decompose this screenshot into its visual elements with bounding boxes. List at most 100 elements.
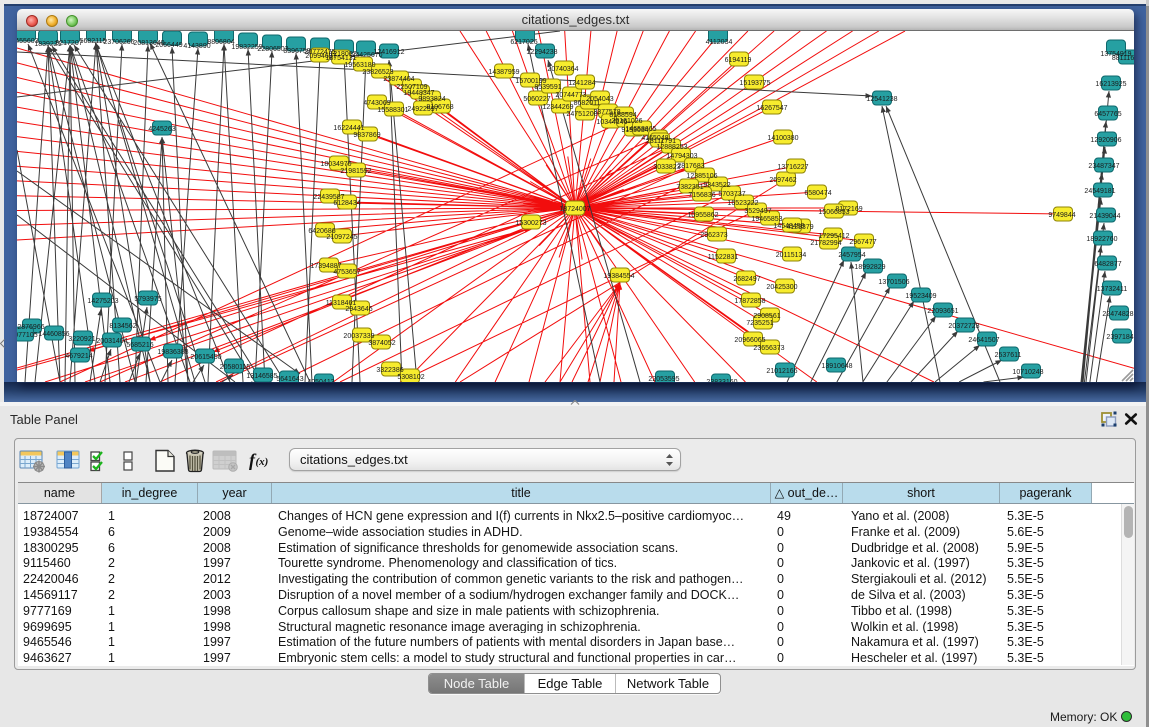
svg-text:14548459: 14548459 [773, 223, 804, 230]
svg-text:12541238: 12541238 [866, 96, 897, 103]
svg-text:24549181: 24549181 [1084, 188, 1115, 195]
svg-text:20740364: 20740364 [547, 66, 578, 73]
svg-text:8539591: 8539591 [534, 84, 561, 91]
svg-text:9749844: 9749844 [1048, 212, 1075, 219]
svg-text:23706266: 23706266 [103, 39, 134, 46]
svg-text:12888253: 12888253 [656, 144, 687, 151]
svg-text:2066449: 2066449 [155, 42, 182, 49]
svg-text:14100380: 14100380 [767, 135, 798, 142]
svg-text:24922597: 24922597 [407, 106, 438, 113]
svg-text:20615450: 20615450 [190, 354, 221, 361]
svg-text:17295412: 17295412 [818, 233, 849, 240]
svg-text:3033823: 3033823 [653, 164, 680, 171]
svg-text:6482877: 6482877 [1094, 261, 1121, 268]
svg-text:23826523: 23826523 [362, 69, 393, 76]
svg-text:19563180: 19563180 [344, 62, 375, 69]
svg-text:3220921: 3220921 [68, 336, 95, 343]
svg-text:13716227: 13716227 [777, 164, 808, 171]
svg-text:20966065: 20966065 [734, 337, 765, 344]
svg-text:22053595: 22053595 [648, 376, 679, 382]
svg-text:5060227: 5060227 [523, 96, 550, 103]
svg-text:2682497: 2682497 [733, 276, 760, 283]
svg-text:6217026: 6217026 [510, 39, 537, 46]
svg-text:23833160: 23833160 [706, 379, 737, 382]
svg-text:20425300: 20425300 [766, 284, 797, 291]
svg-text:15588301: 15588301 [377, 107, 408, 114]
svg-text:15066853: 15066853 [818, 209, 849, 216]
svg-text:(x): (x) [256, 456, 269, 468]
svg-text:20031404: 20031404 [96, 338, 127, 345]
svg-text:20744773: 20744773 [555, 92, 586, 99]
svg-text:12920906: 12920906 [1090, 137, 1121, 144]
svg-text:13754919: 13754919 [1100, 51, 1131, 58]
svg-text:21439044: 21439044 [1089, 213, 1120, 220]
svg-text:5703737: 5703737 [718, 191, 745, 198]
svg-text:10955862: 10955862 [687, 212, 718, 219]
svg-text:14387959: 14387959 [488, 69, 519, 76]
svg-text:14460856: 14460856 [38, 331, 69, 338]
svg-text:2817683: 2817683 [677, 163, 704, 170]
svg-text:22093651: 22093651 [927, 308, 958, 315]
svg-text:20580115: 20580115 [220, 364, 251, 371]
svg-text:23656373: 23656373 [753, 345, 784, 352]
svg-text:6457765: 6457765 [1094, 111, 1121, 118]
svg-text:21097245: 21097245 [326, 234, 357, 241]
svg-text:23487347: 23487347 [1088, 163, 1119, 170]
svg-text:13910648: 13910648 [821, 363, 852, 370]
svg-text:5685216: 5685216 [126, 342, 153, 349]
svg-text:18754131: 18754131 [325, 55, 356, 62]
svg-text:17872858: 17872858 [734, 298, 765, 305]
svg-text:16523222: 16523222 [727, 200, 758, 207]
svg-text:14794303: 14794303 [666, 153, 697, 160]
svg-text:4679214: 4679214 [65, 353, 92, 360]
svg-text:11522831: 11522831 [708, 254, 739, 261]
svg-text:15193775: 15193775 [739, 80, 770, 87]
svg-text:21012166: 21012166 [766, 368, 797, 375]
svg-text:2967477: 2967477 [849, 239, 876, 246]
svg-text:19523409: 19523409 [905, 293, 936, 300]
svg-text:23874404: 23874404 [383, 76, 414, 83]
svg-text:14275203: 14275203 [87, 298, 118, 305]
svg-text:7156836: 7156836 [688, 192, 715, 199]
svg-text:7382351: 7382351 [676, 184, 703, 191]
svg-text:3529497: 3529497 [744, 208, 771, 215]
svg-text:22474828: 22474828 [1102, 311, 1133, 318]
svg-text:20115134: 20115134 [776, 252, 807, 259]
svg-text:4112034: 4112034 [706, 39, 733, 46]
svg-text:12416912: 12416912 [373, 49, 404, 56]
svg-text:3874052: 3874052 [368, 340, 395, 347]
svg-text:2876966: 2876966 [17, 324, 44, 331]
svg-text:13732411: 13732411 [1097, 286, 1128, 293]
svg-text:13701506: 13701506 [878, 279, 909, 286]
svg-text:20037339: 20037339 [343, 333, 374, 340]
svg-text:24641507: 24641507 [968, 337, 999, 344]
svg-text:12344269: 12344269 [542, 104, 573, 111]
svg-text:1241284: 1241284 [568, 80, 595, 87]
svg-text:19384554: 19384554 [603, 273, 634, 280]
svg-text:2457954: 2457954 [838, 252, 865, 259]
svg-text:18922760: 18922760 [1086, 236, 1117, 243]
svg-text:3322386: 3322386 [376, 367, 403, 374]
svg-text:7235251: 7235251 [746, 320, 773, 327]
svg-text:19465853: 19465853 [751, 216, 782, 223]
svg-text:12385106: 12385106 [686, 173, 717, 180]
svg-text:4753657: 4753657 [333, 269, 360, 276]
svg-text:2054043: 2054043 [586, 96, 613, 103]
svg-text:20372723: 20372723 [948, 323, 979, 330]
svg-text:2697462: 2697462 [769, 177, 796, 184]
svg-text:19836388: 19836388 [157, 349, 188, 356]
svg-text:12294238: 12294238 [526, 49, 557, 56]
svg-text:15300273: 15300273 [515, 220, 546, 227]
svg-text:14658665: 14658665 [625, 126, 656, 133]
svg-text:8134562: 8134562 [109, 323, 136, 330]
svg-text:9893824: 9893824 [418, 96, 445, 103]
svg-text:2943646: 2943646 [345, 306, 372, 313]
svg-text:18992829: 18992829 [854, 264, 885, 271]
svg-text:6580474: 6580474 [804, 190, 831, 197]
svg-text:2537611: 2537611 [995, 352, 1022, 359]
svg-text:18034970: 18034970 [320, 161, 351, 168]
svg-text:21782994: 21782994 [810, 240, 841, 247]
svg-text:4245263: 4245263 [148, 126, 175, 133]
svg-text:2962373: 2962373 [700, 232, 727, 239]
svg-text:21981592: 21981592 [340, 168, 371, 175]
